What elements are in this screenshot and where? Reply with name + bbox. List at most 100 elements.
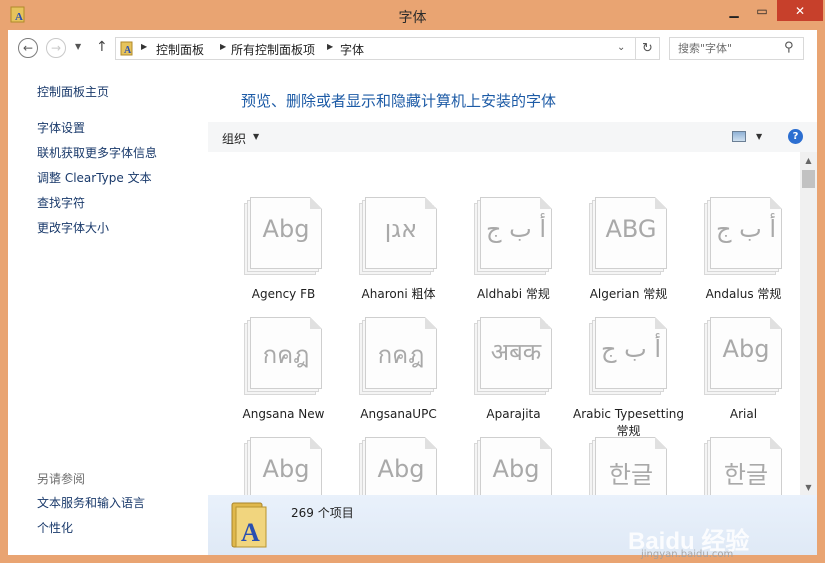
chevron-down-icon: ▼ bbox=[75, 42, 82, 51]
font-item[interactable]: Abg bbox=[227, 428, 340, 495]
breadcrumb-separator-icon[interactable]: ▶ bbox=[327, 42, 333, 51]
font-sample-text: אגן bbox=[384, 215, 418, 243]
title-bar[interactable]: A 字体 ▁ ▭ ✕ bbox=[0, 0, 825, 30]
scroll-down-icon[interactable]: ▼ bbox=[800, 479, 817, 495]
command-bar: 组织 ▼ ▼ ? bbox=[208, 122, 817, 152]
close-button[interactable]: ✕ bbox=[777, 0, 823, 21]
font-name: AngsanaUPC bbox=[360, 407, 437, 421]
font-item[interactable]: أ ب ج Andalus 常规 bbox=[687, 188, 800, 318]
get-font-info-online-link[interactable]: 联机获取更多字体信息 bbox=[37, 144, 157, 161]
font-settings-link[interactable]: 字体设置 bbox=[37, 119, 85, 136]
font-name: Aharoni 粗体 bbox=[361, 287, 436, 301]
breadcrumb-all-items[interactable]: 所有控制面板项 bbox=[231, 41, 315, 58]
font-sample-text: Abg bbox=[492, 455, 540, 483]
window-title: 字体 bbox=[398, 10, 427, 26]
refresh-icon: ↻ bbox=[642, 41, 653, 56]
svg-text:A: A bbox=[241, 518, 260, 547]
chevron-down-icon[interactable]: ▼ bbox=[756, 132, 762, 141]
search-input[interactable] bbox=[670, 38, 780, 59]
details-pane: A 269 个项目 Baidu 经验 jingyan.baidu.com bbox=[208, 495, 817, 560]
change-font-size-link[interactable]: 更改字体大小 bbox=[37, 219, 109, 236]
font-sample-text: 한글 bbox=[608, 461, 654, 489]
adjust-cleartype-link[interactable]: 调整 ClearType 文本 bbox=[37, 169, 152, 186]
help-icon[interactable]: ? bbox=[788, 129, 803, 144]
font-item[interactable]: กคฎ Angsana New bbox=[227, 308, 340, 438]
font-preview-icon: أ ب ج bbox=[474, 197, 554, 277]
up-button[interactable]: ↑ bbox=[96, 39, 108, 55]
font-sample-text: Abg bbox=[262, 455, 310, 483]
font-sample-text: أ ب ج bbox=[485, 215, 546, 243]
font-name: Aparajita bbox=[486, 407, 541, 421]
recent-locations-button[interactable]: ▼ bbox=[75, 42, 81, 51]
page-title: 预览、删除或者显示和隐藏计算机上安装的字体 bbox=[241, 92, 557, 110]
font-preview-icon: กคฎ bbox=[359, 317, 439, 397]
font-preview-icon: Abg bbox=[704, 317, 784, 397]
font-sample-text: 한글 bbox=[723, 461, 769, 489]
text-services-link[interactable]: 文本服务和输入语言 bbox=[37, 494, 145, 511]
font-name: Agency FB bbox=[251, 287, 316, 301]
font-preview-icon: Abg bbox=[244, 437, 324, 495]
font-sample-text: กคฎ bbox=[262, 341, 310, 369]
breadcrumb-separator-icon[interactable]: ▶ bbox=[141, 42, 147, 51]
watermark-url: jingyan.baidu.com bbox=[641, 549, 734, 560]
font-sample-text: Abg bbox=[377, 455, 425, 483]
up-arrow-icon: ↑ bbox=[96, 39, 108, 55]
font-item[interactable]: Abg Arial bbox=[687, 308, 800, 438]
font-preview-icon: أ ب ج bbox=[589, 317, 669, 397]
back-arrow-icon: ← bbox=[22, 41, 34, 55]
refresh-button[interactable]: ↻ bbox=[635, 38, 659, 59]
address-bar[interactable]: A ▶ 控制面板 ▶ 所有控制面板项 ▶ 字体 ⌄ ↻ bbox=[115, 37, 660, 60]
font-preview-icon: أ ب ج bbox=[704, 197, 784, 277]
forward-arrow-icon: → bbox=[50, 41, 62, 55]
font-item[interactable]: أ ب ج Aldhabi 常规 bbox=[457, 188, 570, 318]
scroll-up-icon[interactable]: ▲ bbox=[800, 152, 817, 168]
minimize-button[interactable]: ▁ bbox=[720, 0, 748, 21]
font-item[interactable]: Abg Agency FB bbox=[227, 188, 340, 318]
font-item[interactable]: 한글 bbox=[572, 428, 685, 495]
font-sample-text: अबक bbox=[490, 338, 542, 366]
scroll-thumb[interactable] bbox=[802, 170, 815, 188]
font-sample-text: ABG bbox=[605, 215, 657, 243]
find-character-link[interactable]: 查找字符 bbox=[37, 194, 85, 211]
fonts-folder-large-icon: A bbox=[231, 502, 267, 548]
breadcrumb-fonts[interactable]: 字体 bbox=[340, 41, 364, 58]
font-item[interactable]: กคฎ AngsanaUPC bbox=[342, 308, 455, 438]
font-preview-icon: אגן bbox=[359, 197, 439, 277]
close-icon: ✕ bbox=[794, 3, 806, 18]
forward-button[interactable]: → bbox=[46, 38, 66, 58]
navigation-bar: ← → ▼ ↑ A ▶ 控制面板 ▶ 所有控制面板项 ▶ 字体 ⌄ ↻ 搜索"字… bbox=[8, 30, 817, 66]
back-button[interactable]: ← bbox=[18, 38, 38, 58]
control-panel-home-link[interactable]: 控制面板主页 bbox=[37, 83, 109, 100]
breadcrumb-control-panel[interactable]: 控制面板 bbox=[156, 41, 204, 58]
chevron-down-icon[interactable]: ▼ bbox=[253, 132, 259, 141]
font-preview-icon: กคฎ bbox=[244, 317, 324, 397]
vertical-scrollbar[interactable]: ▲ ▼ bbox=[800, 152, 817, 495]
font-preview-icon: 한글 bbox=[589, 437, 669, 495]
font-item[interactable]: أ ب ج Arabic Typesetting 常规 bbox=[572, 308, 685, 438]
font-item[interactable]: ABG Algerian 常规 bbox=[572, 188, 685, 318]
font-sample-text: กคฎ bbox=[377, 341, 425, 369]
font-name: Angsana New bbox=[242, 407, 325, 421]
font-preview-icon: Abg bbox=[359, 437, 439, 495]
font-grid: Abg Agency FB אגן Aharoni 粗体 أ ب ج Aldhabi 常规… bbox=[208, 152, 800, 495]
search-box[interactable]: ⚲ bbox=[669, 37, 804, 60]
font-item[interactable]: Abg bbox=[342, 428, 455, 495]
font-sample-text: Abg bbox=[262, 215, 310, 243]
font-item[interactable]: अबक Aparajita bbox=[457, 308, 570, 438]
client-area: ← → ▼ ↑ A ▶ 控制面板 ▶ 所有控制面板项 ▶ 字体 ⌄ ↻ 搜索"字… bbox=[8, 30, 817, 560]
view-icon[interactable] bbox=[732, 131, 746, 142]
font-preview-icon: ABG bbox=[589, 197, 669, 277]
see-also-heading: 另请参阅 bbox=[37, 472, 86, 486]
search-icon[interactable]: ⚲ bbox=[784, 40, 794, 55]
maximize-button[interactable]: ▭ bbox=[748, 0, 776, 21]
font-item[interactable]: 한글 bbox=[687, 428, 800, 495]
organize-button[interactable]: 组织 bbox=[222, 130, 246, 147]
breadcrumb-separator-icon[interactable]: ▶ bbox=[220, 42, 226, 51]
font-item[interactable]: אגן Aharoni 粗体 bbox=[342, 188, 455, 318]
font-preview-icon: Abg bbox=[244, 197, 324, 277]
font-item[interactable]: Abg bbox=[457, 428, 570, 495]
address-dropdown-icon[interactable]: ⌄ bbox=[617, 42, 625, 53]
svg-text:A: A bbox=[124, 45, 132, 56]
personalization-link[interactable]: 个性化 bbox=[37, 519, 73, 536]
font-name: Algerian 常规 bbox=[589, 287, 668, 301]
